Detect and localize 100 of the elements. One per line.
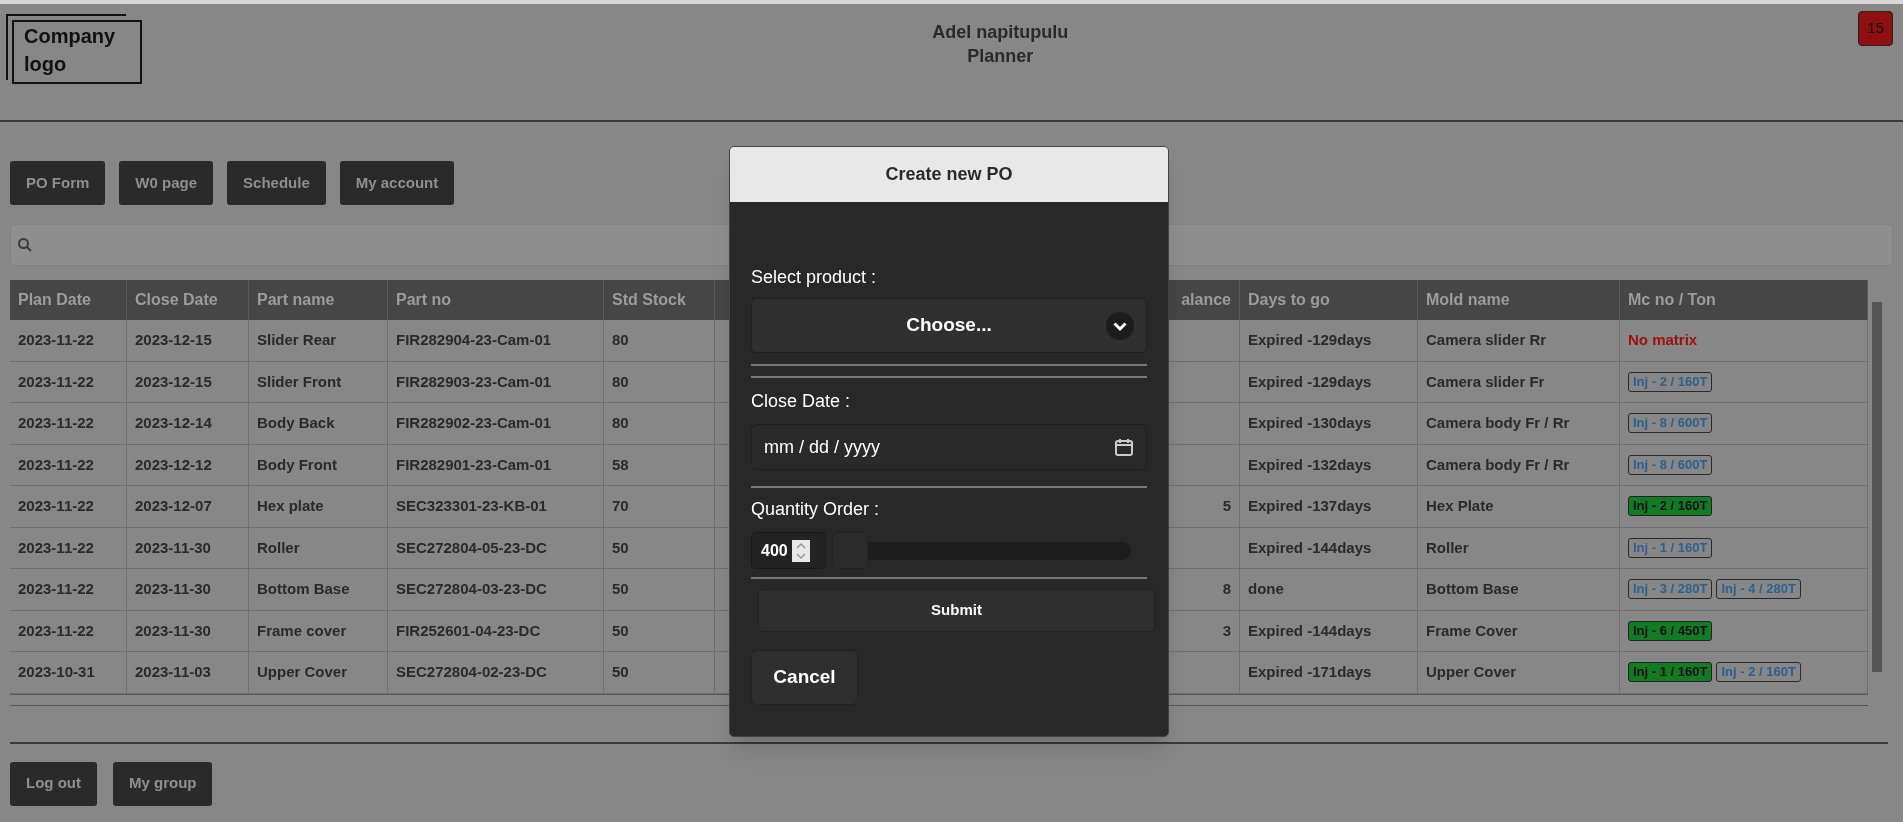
table-cell-text: Camera body Fr / Rr — [1426, 413, 1570, 433]
footer-button[interactable]: Log out — [10, 761, 97, 806]
table-cell-text: 2023-11-22 — [18, 454, 94, 475]
table-cell-text: 80 — [612, 371, 629, 392]
column-header: Plan Date — [18, 290, 91, 310]
table-cell-text: Expired -144days — [1248, 620, 1372, 641]
table-cell-text: Slider Rear — [257, 330, 337, 350]
table-cell-text: SEC323301-23-KB-01 — [396, 496, 547, 516]
table-cell-text: 2023-11-22 — [18, 496, 94, 516]
table-cell-text: Frame Cover — [1426, 620, 1518, 641]
table-cell-text: Roller — [257, 537, 300, 558]
column-header: Mold name — [1426, 290, 1510, 310]
table-cell-text: 2023-11-30 — [135, 579, 211, 599]
nav-button[interactable]: Schedule — [227, 161, 326, 205]
table-cell-text: Bottom Base — [257, 579, 350, 599]
submit-button[interactable]: Submit — [758, 589, 1155, 632]
column-header: Days to go — [1248, 290, 1330, 310]
table-cell-text: 2023-10-31 — [18, 662, 95, 682]
table-cell-text: 2023-11-30 — [135, 537, 211, 558]
cancel-button[interactable]: Cancel — [751, 650, 858, 705]
table-cell-text: 50 — [612, 537, 629, 558]
table-cell-text: 50 — [612, 662, 629, 682]
table-cell-text: Roller — [1426, 537, 1469, 558]
no-matrix-label: No matrix — [1628, 330, 1698, 350]
table-cell-text: Body Back — [257, 413, 335, 433]
chevron-down-icon — [1106, 311, 1134, 340]
table-cell-text: SEC272804-02-23-DC — [396, 662, 547, 682]
table-cell-text: Camera body Fr / Rr — [1426, 454, 1570, 475]
calendar-icon — [1114, 437, 1134, 457]
table-cell-text: 2023-12-14 — [135, 413, 212, 433]
column-header: Close Date — [135, 290, 218, 310]
search-icon — [17, 237, 33, 253]
table-cell-text: Slider Front — [257, 371, 342, 392]
table-cell-text: 2023-12-15 — [135, 330, 212, 350]
product-select[interactable]: Choose... — [751, 298, 1147, 353]
table-cell-text: Expired -132days — [1248, 454, 1372, 475]
table-cell-text: 2023-11-22 — [18, 537, 94, 558]
date-field[interactable]: mm / dd / yyyy — [751, 424, 1147, 470]
table-cell-text: 2023-12-12 — [135, 454, 212, 475]
table-cell-text: done — [1248, 579, 1284, 599]
footer-button[interactable]: My group — [113, 761, 213, 806]
table-cell-text: Body Front — [257, 454, 337, 475]
quantity-field[interactable]: 400 — [751, 532, 826, 569]
table-cell-text: 80 — [612, 413, 629, 433]
machine-tag[interactable]: Inj - 1 / 160T — [1628, 662, 1713, 683]
table-cell-text: 2023-11-22 — [18, 371, 94, 392]
modal-title: Create new PO — [885, 163, 1013, 186]
table-cell-text: 2023-12-15 — [135, 371, 212, 392]
table-cell-text: FIR282904-23-Cam-01 — [396, 330, 552, 350]
table-cell-text: FIR282901-23-Cam-01 — [396, 454, 552, 475]
table-cell-text: Camera slider Rr — [1426, 330, 1547, 350]
table-cell-text: Upper Cover — [257, 662, 348, 682]
spinner-icon — [791, 539, 810, 562]
column-header: Part no — [396, 290, 452, 310]
column-header: Part name — [257, 290, 335, 310]
column-header: alance — [1181, 290, 1231, 310]
table-cell-text: 58 — [612, 454, 629, 475]
field-label: Close Date : — [751, 390, 852, 412]
table-cell-text: Frame cover — [257, 620, 347, 641]
table-cell-text: 2023-11-22 — [18, 579, 94, 599]
table-cell-text: 2023-11-03 — [135, 662, 211, 682]
table-cell-text: 70 — [612, 496, 629, 516]
table-cell-text: 50 — [612, 620, 629, 641]
field-label: Quantity Order : — [751, 498, 881, 520]
user-role: Planner — [967, 45, 1034, 68]
table-cell-text: 5 — [1222, 496, 1231, 516]
table-cell-text: FIR252601-04-23-DC — [396, 620, 541, 641]
company-logo: Company logo — [12, 20, 142, 84]
table-cell-text: 8 — [1222, 579, 1231, 599]
table-cell-text: Expired -129days — [1248, 330, 1372, 350]
table-cell-text: SEC272804-05-23-DC — [396, 537, 547, 558]
field-label: Select product : — [751, 266, 878, 288]
table-cell-text: 50 — [612, 579, 629, 599]
user-name: Adel napitupulu — [932, 21, 1069, 44]
table-cell-text: SEC272804-03-23-DC — [396, 579, 547, 599]
table-cell-text: 80 — [612, 330, 629, 350]
table-cell-text: Upper Cover — [1426, 662, 1517, 682]
table-cell-text: 2023-12-07 — [135, 496, 212, 516]
scrollbar[interactable] — [1872, 302, 1882, 672]
machine-tag[interactable]: Inj - 2 / 160T — [1628, 496, 1713, 517]
column-header: Mc no / Ton — [1628, 290, 1716, 310]
table-cell-text: Expired -144days — [1248, 537, 1372, 558]
table-cell-text: Hex plate — [257, 496, 324, 516]
table-cell-text: Expired -137days — [1248, 496, 1372, 516]
table-cell-text: 2023-11-22 — [18, 413, 94, 433]
machine-tag[interactable]: Inj - 6 / 450T — [1628, 620, 1713, 641]
table-cell-text: FIR282903-23-Cam-01 — [396, 371, 552, 392]
nav-button[interactable]: My account — [339, 161, 455, 205]
table-cell-text: Camera slider Fr — [1426, 371, 1545, 392]
column-header: Std Stock — [612, 290, 686, 310]
table-cell-text: Hex Plate — [1426, 496, 1494, 516]
table-cell-text: 3 — [1222, 620, 1231, 641]
nav-button[interactable]: W0 page — [119, 161, 214, 205]
table-cell-text: Expired -171days — [1248, 662, 1372, 682]
nav-button[interactable]: PO Form — [10, 161, 106, 205]
table-cell-text: 2023-11-22 — [18, 330, 94, 350]
table-cell-text: FIR282902-23-Cam-01 — [396, 413, 552, 433]
table-cell-text: Bottom Base — [1426, 579, 1519, 599]
table-cell-text: 2023-11-22 — [18, 620, 94, 641]
table-cell-text: 2023-11-30 — [135, 620, 211, 641]
